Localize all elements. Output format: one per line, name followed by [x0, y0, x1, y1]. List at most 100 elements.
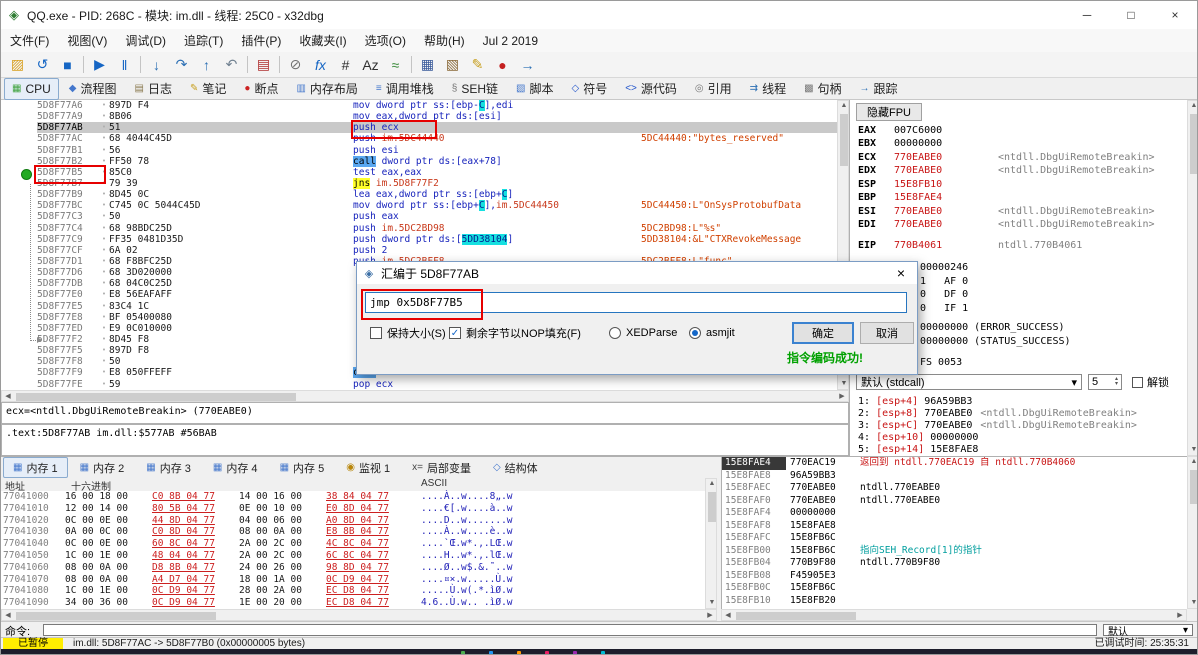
register-row[interactable]: EBX 00000000 — [858, 137, 942, 150]
menu-file[interactable]: 文件(F) — [1, 29, 58, 52]
tab-handles[interactable]: ▩ 句柄 — [796, 78, 849, 100]
tab-threads[interactable]: ⇉ 线程 — [742, 78, 794, 100]
register-row[interactable]: ESP 15E8FB10 — [858, 178, 942, 191]
keep-size-checkbox[interactable]: 保持大小(S) — [370, 324, 446, 342]
memory-1-tab[interactable]: ▦ 内存 1 — [3, 457, 68, 478]
xedparse-radio[interactable]: XEDParse — [609, 324, 677, 342]
scroll-right-icon[interactable]: ▶ — [705, 611, 715, 621]
hide-fpu-button[interactable]: 隐藏FPU — [856, 103, 922, 121]
segment-fs-value[interactable]: FS 0053 — [920, 356, 962, 369]
disasm-row[interactable]: 5D8F77AB • 51 push ecx — [1, 122, 837, 134]
taskbar-app-icon[interactable] — [545, 651, 549, 654]
strings-icon[interactable]: Az — [358, 54, 383, 76]
menu-favourites[interactable]: 收藏夹(I) — [290, 29, 355, 52]
notes-icon[interactable]: ✎ — [465, 54, 490, 76]
menu-debug[interactable]: 调试(D) — [116, 29, 175, 52]
unlock-checkbox[interactable]: 解锁 — [1132, 374, 1169, 390]
stack-row[interactable]: 15E8FAF4 00000000 — [722, 507, 1187, 520]
tab-seh[interactable]: § SEH链 — [444, 78, 506, 100]
dialog-titlebar[interactable]: ◈ 汇编于 5D8F77AB × — [357, 262, 917, 284]
restart-icon[interactable]: ↺ — [30, 54, 55, 76]
scroll-right-icon[interactable]: ▶ — [1175, 611, 1185, 621]
watch-1-tab[interactable]: ◉ 监视 1 — [336, 457, 400, 478]
stack-argument-row[interactable]: 5: [esp+14] 15E8FAE8 — [858, 443, 978, 456]
open-file-icon[interactable]: ▨ — [5, 54, 30, 76]
tab-breakpoints[interactable]: ● 断点 — [236, 78, 286, 100]
memory-vertical-scrollbar[interactable]: ▲ ▼ — [705, 478, 717, 609]
command-input[interactable] — [43, 624, 1097, 636]
menu-plugins[interactable]: 插件(P) — [232, 29, 290, 52]
flag-row-zf-af[interactable]: 1 AF 0 — [920, 275, 968, 288]
disasm-row[interactable]: 5D8F77A6 • 897D F4 mov dword ptr ss:[ebp-C]… — [1, 100, 837, 112]
tab-source[interactable]: <> 源代码 — [617, 78, 685, 100]
memory-row[interactable]: 77041040 0C 00 0E 00 60 8C 04 77 2A 00 2C 0… — [1, 538, 705, 550]
register-row[interactable]: ESI 770EABE0 <ntdll.DbgUiRemoteBreakin> — [858, 205, 1155, 218]
memory-2-tab[interactable]: ▦ 内存 2 — [70, 457, 135, 478]
tab-cpu[interactable]: ▦ CPU — [4, 77, 59, 100]
register-row[interactable]: EIP 770B4061 ntdll.770B4061 — [858, 239, 1082, 252]
last-status-value[interactable]: 00000000 (STATUS_SUCCESS) — [920, 335, 1071, 348]
locals-tab[interactable]: x= 局部变量 — [402, 457, 481, 478]
scroll-up-icon[interactable]: ▲ — [707, 479, 717, 489]
taskbar-app-icon[interactable] — [489, 651, 493, 654]
stack-row[interactable]: 15E8FAF0 770EABE0 ntdll.770EABE0 — [722, 495, 1187, 508]
scroll-up-icon[interactable]: ▲ — [1189, 101, 1197, 111]
tab-call-stack[interactable]: ≡ 调用堆栈 — [368, 78, 442, 100]
scroll-left-icon[interactable]: ◀ — [723, 611, 733, 621]
disasm-row[interactable]: 5D8F77B9 • 8D45 0C lea eax,dword ptr ss:[eb… — [1, 189, 837, 201]
graph-icon[interactable]: ≈ — [383, 54, 408, 76]
memory-row[interactable]: 77041060 08 00 0A 00 D8 8B 04 77 24 00 26 0… — [1, 562, 705, 574]
asmjit-radio[interactable]: asmjit — [689, 324, 735, 342]
taskbar-app-icon[interactable] — [517, 651, 521, 654]
tab-notes[interactable]: ✎ 笔记 — [182, 78, 234, 100]
stack-row[interactable]: 15E8FB10 15E8FB20 — [722, 595, 1187, 608]
tab-graph[interactable]: ◆ 流程图 — [61, 78, 125, 100]
step-into-icon[interactable]: ↓ — [144, 54, 169, 76]
taskbar-app-icon[interactable] — [573, 651, 577, 654]
fx-icon[interactable]: fx — [308, 54, 333, 76]
stack-row[interactable]: 15E8FAE4 770EAC19 返回到 ntdll.770EAC19 自 ntd… — [722, 457, 1187, 470]
disasm-row[interactable]: 5D8F77C9 • FF35 0481D35D push dword ptr ds:… — [1, 233, 837, 245]
memory-map-icon[interactable]: ▦ — [415, 54, 440, 76]
memory-row[interactable]: 77041000 16 00 18 00 C0 8B 04 77 14 00 16 0… — [1, 491, 705, 503]
assemble-instruction-input[interactable] — [365, 292, 907, 313]
stack-vertical-scrollbar[interactable]: ▲ ▼ — [1187, 456, 1197, 609]
stack-row[interactable]: 15E8FAEC 770EABE0 ntdll.770EABE0 — [722, 482, 1187, 495]
menu-options[interactable]: 选项(O) — [356, 29, 415, 52]
calling-convention-dropdown[interactable]: 默认 (stdcall) ▾ — [856, 374, 1082, 390]
step-over-icon[interactable]: ↷ — [169, 54, 194, 76]
tab-log[interactable]: ▤ 日志 — [127, 78, 180, 100]
tab-symbols[interactable]: ◇ 符号 — [564, 78, 616, 100]
taskbar-app-icon[interactable] — [461, 651, 465, 654]
scroll-right-icon[interactable]: ▶ — [837, 392, 847, 402]
scroll-left-icon[interactable]: ◀ — [3, 392, 13, 402]
command-type-dropdown[interactable]: 默认 ▾ — [1103, 624, 1193, 638]
memory-row[interactable]: 77041070 08 00 0A 00 A4 D7 04 77 18 00 1A 0… — [1, 574, 705, 586]
disasm-horizontal-scrollbar[interactable]: ◀ ▶ — [1, 390, 849, 402]
memory-row[interactable]: 77041080 1C 00 1E 00 0C D9 04 77 28 00 2A 0… — [1, 585, 705, 597]
flag-row-pf-df[interactable]: 0 DF 0 — [920, 288, 968, 301]
stack-row[interactable]: 15E8FAFC 15E8FB6C — [722, 532, 1187, 545]
disasm-row[interactable]: 5D8F77C4 • 68 98BDC25D push im.5DC2BD98 5DC2… — [1, 222, 837, 234]
stack-row[interactable]: 15E8FB08 F45905E3 — [722, 570, 1187, 583]
cancel-button[interactable]: 取消 — [860, 322, 914, 344]
register-row[interactable]: EAX 007C6000 — [858, 124, 942, 137]
taskbar-app-icon[interactable] — [601, 651, 605, 654]
breakpoint-dot-icon[interactable] — [21, 169, 32, 180]
disasm-row[interactable]: 5D8F77B5 • 85C0 test eax,eax — [1, 166, 837, 178]
scroll-down-icon[interactable]: ▼ — [1189, 445, 1197, 455]
tab-references[interactable]: ◎ 引用 — [687, 78, 740, 100]
register-row[interactable]: ECX 770EABE0 <ntdll.DbgUiRemoteBreakin> — [858, 151, 1155, 164]
breakpoints-icon[interactable]: ● — [490, 54, 515, 76]
dialog-close-button[interactable]: × — [885, 262, 917, 284]
memory-row[interactable]: 77041020 0C 00 0E 00 44 8D 04 77 04 00 06 0… — [1, 515, 705, 527]
patches-icon[interactable]: ▤ — [251, 54, 276, 76]
disasm-row[interactable]: 5D8F77CF • 6A 02 push 2 — [1, 244, 837, 256]
memory-3-tab[interactable]: ▦ 内存 3 — [136, 457, 201, 478]
step-back-icon[interactable]: ↶ — [219, 54, 244, 76]
windows-taskbar[interactable] — [1, 649, 1197, 654]
disasm-row[interactable]: 5D8F77B2 • FF50 78 call dword ptr ds:[eax+7… — [1, 155, 837, 167]
scroll-down-icon[interactable]: ▼ — [1189, 598, 1197, 608]
disasm-row[interactable]: 5D8F77BC • C745 0C 5044C45D mov dword ptr s… — [1, 200, 837, 212]
stack-row[interactable]: 15E8FB04 770B9F80 ntdll.770B9F80 — [722, 557, 1187, 570]
